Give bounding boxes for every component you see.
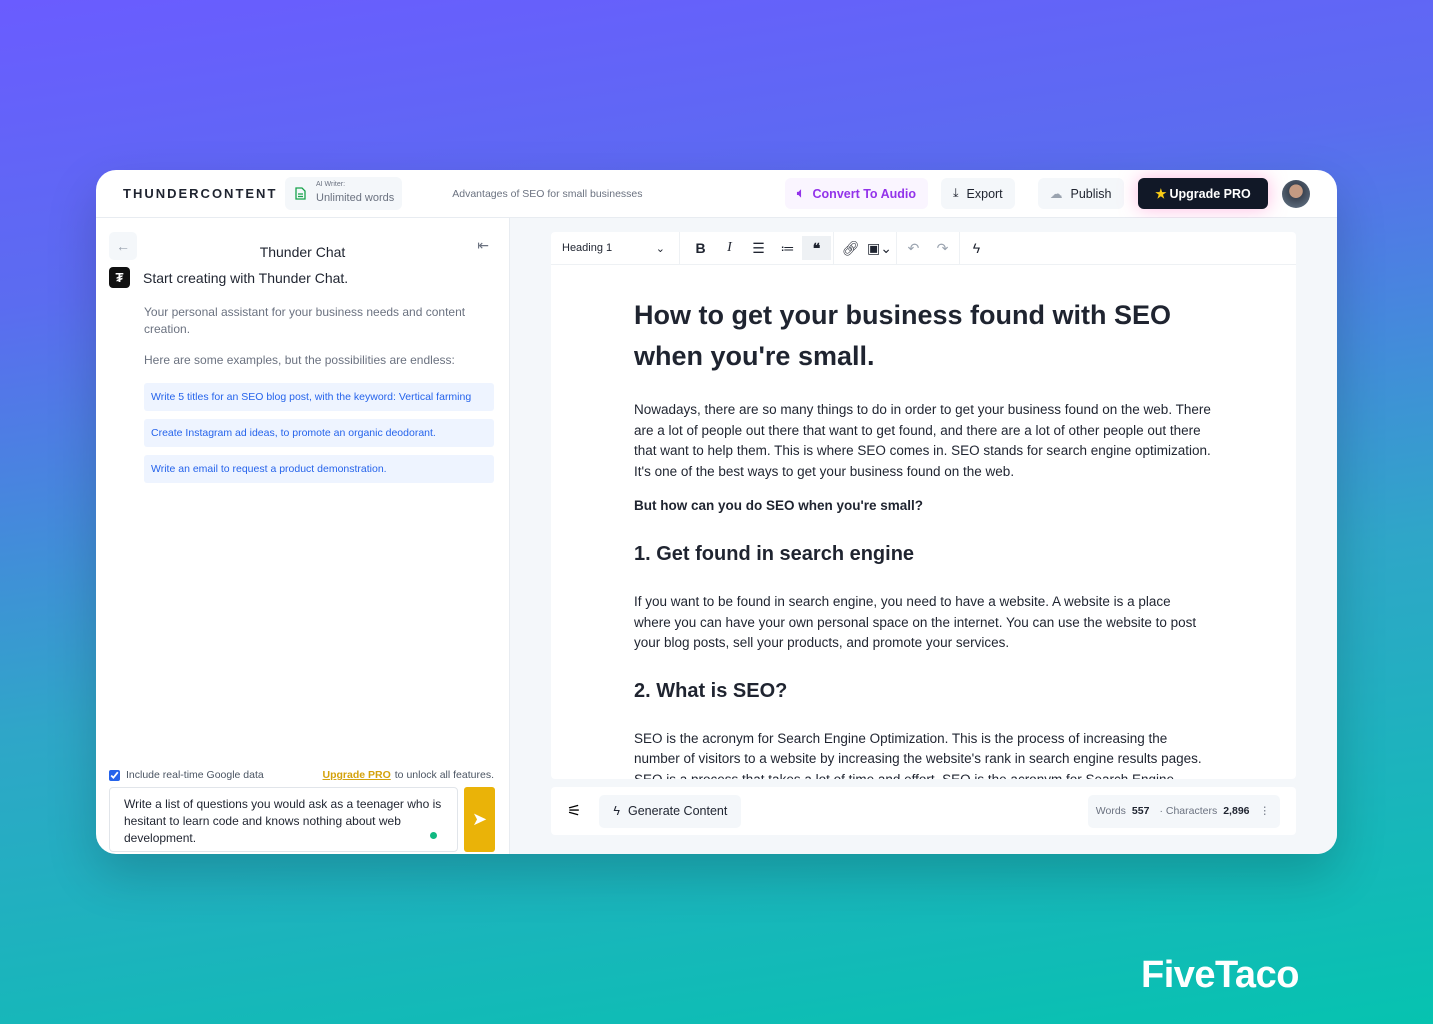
- editor-panel: Heading 1 ⌄ B I ☰ ≔ ❝ 🔗︎ ▣⌄ ↶ ↷ ϟ How to …: [510, 218, 1337, 854]
- chat-prompt-input[interactable]: Write a list of questions you would ask …: [109, 787, 458, 852]
- editor-content[interactable]: How to get your business found with SEO …: [551, 265, 1296, 779]
- words-count: 557: [1131, 805, 1150, 817]
- word-stats: Words 557 · Characters 2,896 ⋮: [1087, 794, 1280, 828]
- speaker-icon: 🔈︎: [797, 186, 805, 200]
- ai-writer-badge: AI Writer: Unlimited words: [285, 177, 403, 210]
- link-icon[interactable]: 🔗︎: [836, 240, 865, 257]
- lightning-icon[interactable]: ϟ: [962, 240, 991, 256]
- top-header: THUNDERCONTENT AI Writer: Unlimited words…: [96, 170, 1337, 218]
- paragraph: Nowadays, there are so many things to do…: [634, 402, 1211, 479]
- ai-writer-value: Unlimited words: [316, 192, 395, 204]
- ai-writer-label: AI Writer:: [316, 181, 346, 188]
- chevron-down-icon: ⌄: [655, 242, 665, 255]
- chat-panel: ← Thunder Chat ⇤ ₮ Start creating with Th…: [96, 218, 510, 854]
- example-prompt[interactable]: Write 5 titles for an SEO blog post, wit…: [144, 383, 494, 411]
- generate-content-button[interactable]: ϟ Generate Content: [599, 794, 742, 828]
- settings-sliders-icon[interactable]: ⚟: [567, 801, 581, 821]
- cloud-upload-icon: ☁: [1050, 187, 1063, 201]
- avatar[interactable]: [1282, 180, 1310, 208]
- block-type-value: Heading 1: [562, 242, 613, 254]
- arrow-left-icon: ←: [116, 238, 130, 254]
- document-title[interactable]: Advantages of SEO for small businesses: [452, 188, 642, 200]
- bold-icon[interactable]: B: [686, 240, 715, 256]
- italic-icon[interactable]: I: [715, 240, 744, 256]
- paragraph-bold: But how can you do SEO when you're small…: [634, 498, 923, 514]
- prompt-text: Write a list of questions you would ask …: [124, 797, 442, 845]
- chat-title: Thunder Chat: [259, 244, 346, 260]
- document-heading: How to get your business found with SEO …: [634, 300, 1172, 371]
- download-icon: ⤓: [953, 186, 959, 200]
- quote-icon[interactable]: ❝: [802, 236, 831, 260]
- examples-intro: Here are some examples, but the possibil…: [144, 353, 455, 367]
- star-icon: ★: [1155, 187, 1167, 201]
- export-label: Export: [966, 186, 1003, 201]
- status-dot: [430, 832, 437, 839]
- chat-intro: Your personal assistant for your busines…: [144, 305, 466, 336]
- bullet-list-icon[interactable]: ☰: [744, 240, 773, 257]
- upgrade-label: Upgrade PRO: [1169, 186, 1251, 201]
- example-prompt[interactable]: Write an email to request a product demo…: [144, 455, 494, 483]
- image-icon[interactable]: ▣⌄: [865, 240, 894, 257]
- upgrade-pro-link[interactable]: Upgrade PRO: [323, 769, 391, 781]
- app-logo: THUNDERCONTENT: [123, 186, 278, 201]
- publish-label: Publish: [1070, 186, 1112, 201]
- editor-toolbar: Heading 1 ⌄ B I ☰ ≔ ❝ 🔗︎ ▣⌄ ↶ ↷ ϟ: [551, 232, 1296, 265]
- upgrade-pro-button[interactable]: ★ Upgrade PRO: [1138, 178, 1268, 209]
- app-window: THUNDERCONTENT AI Writer: Unlimited words…: [96, 170, 1337, 854]
- export-button[interactable]: ⤓ Export: [941, 178, 1015, 209]
- numbered-list-icon[interactable]: ≔: [773, 240, 802, 257]
- paragraph: SEO is the acronym for Search Engine Opt…: [634, 730, 1202, 779]
- editor-footer: ⚟ ϟ Generate Content Words 557 · Character…: [551, 787, 1296, 835]
- example-prompt[interactable]: Create Instagram ad ideas, to promote an…: [144, 419, 494, 447]
- fivetaco-logo: FiveTaco: [1141, 954, 1299, 996]
- chars-count: 2,896: [1223, 805, 1250, 817]
- generate-label: Generate Content: [627, 804, 728, 818]
- section-heading: 1. Get found in search engine: [634, 542, 915, 565]
- section-heading: 2. What is SEO?: [634, 679, 788, 702]
- convert-to-audio-button[interactable]: 🔈︎ Convert To Audio: [785, 178, 928, 209]
- block-type-select[interactable]: Heading 1 ⌄: [562, 232, 680, 265]
- upgrade-suffix: to unlock all features.: [394, 769, 494, 781]
- publish-button[interactable]: ☁ Publish: [1038, 178, 1124, 209]
- redo-icon[interactable]: ↷: [928, 240, 957, 257]
- more-vertical-icon[interactable]: ⋮: [1260, 805, 1271, 817]
- convert-audio-label: Convert To Audio: [812, 186, 916, 201]
- paragraph: If you want to be found in search engine…: [634, 593, 1197, 651]
- send-icon: ➤: [471, 809, 488, 829]
- send-button[interactable]: ➤: [464, 787, 495, 852]
- google-data-checkbox[interactable]: [109, 769, 120, 781]
- chars-label: · Characters: [1159, 805, 1218, 817]
- editor-card: Heading 1 ⌄ B I ☰ ≔ ❝ 🔗︎ ▣⌄ ↶ ↷ ϟ How to …: [551, 232, 1296, 779]
- google-data-label: Include real-time Google data: [126, 769, 264, 781]
- exit-icon[interactable]: ⇤: [477, 237, 489, 254]
- undo-icon[interactable]: ↶: [899, 240, 928, 257]
- words-label: Words: [1095, 805, 1126, 817]
- back-button[interactable]: ←: [109, 232, 137, 260]
- lightning-icon: ϟ: [613, 804, 620, 818]
- document-icon: [295, 187, 306, 200]
